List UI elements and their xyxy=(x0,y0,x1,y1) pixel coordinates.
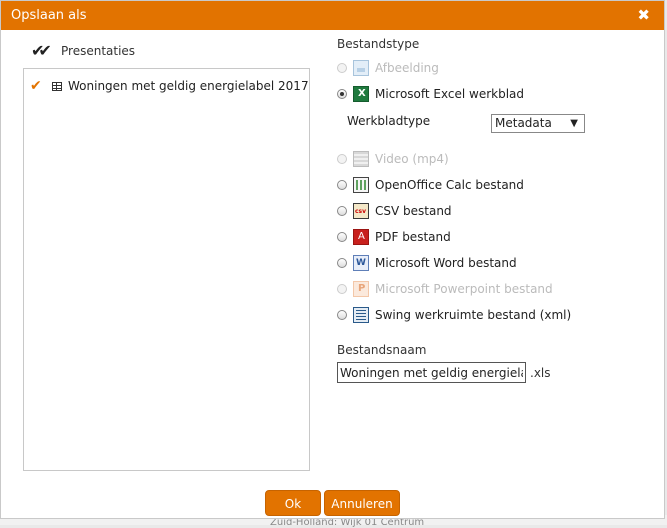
presentation-item[interactable]: ✔ Woningen met geldig energielabel 2017 xyxy=(24,69,309,103)
cancel-button[interactable]: Annuleren xyxy=(324,490,400,516)
xml-icon xyxy=(353,307,369,323)
radio-calc[interactable] xyxy=(337,180,347,190)
sheet-type-label: Werkbladtype xyxy=(347,114,431,128)
option-image[interactable]: Afbeelding xyxy=(337,59,439,77)
checkmark-icon: ✔ xyxy=(30,78,42,94)
radio-xml[interactable] xyxy=(337,310,347,320)
option-csv[interactable]: CSV bestand xyxy=(337,202,452,220)
presentation-item-label: Woningen met geldig energielabel 2017 xyxy=(68,79,309,93)
save-as-dialog: Opslaan als ✖ ✔✔ Presentaties ✔ Woningen… xyxy=(0,0,665,519)
radio-word[interactable] xyxy=(337,258,347,268)
radio-csv[interactable] xyxy=(337,206,347,216)
close-icon[interactable]: ✖ xyxy=(637,6,650,24)
option-video[interactable]: Video (mp4) xyxy=(337,150,449,168)
file-name-label: Bestandsnaam xyxy=(337,343,427,357)
powerpoint-icon xyxy=(353,281,369,297)
option-excel[interactable]: Microsoft Excel werkblad xyxy=(337,85,524,103)
presentations-label: Presentaties xyxy=(61,43,136,58)
pdf-icon xyxy=(353,229,369,245)
sheet-type-row: Werkbladtype xyxy=(347,114,430,128)
radio-image[interactable] xyxy=(337,63,347,73)
sheet-type-select[interactable]: Metadata ▼ xyxy=(491,114,585,133)
ok-button[interactable]: Ok xyxy=(265,490,321,516)
option-excel-label: Microsoft Excel werkblad xyxy=(375,87,525,101)
video-icon xyxy=(353,151,369,167)
word-icon xyxy=(353,255,369,271)
option-xml[interactable]: Swing werkruimte bestand (xml) xyxy=(337,306,571,324)
excel-icon xyxy=(353,86,369,102)
file-extension: .xls xyxy=(530,366,551,380)
radio-video[interactable] xyxy=(337,154,347,164)
option-calc[interactable]: OpenOffice Calc bestand xyxy=(337,176,524,194)
option-powerpoint-label: Microsoft Powerpoint bestand xyxy=(375,282,553,296)
option-calc-label: OpenOffice Calc bestand xyxy=(375,178,524,192)
calc-icon xyxy=(353,177,369,193)
option-video-label: Video (mp4) xyxy=(375,152,449,166)
image-icon xyxy=(353,60,369,76)
presentations-list[interactable]: ✔ Woningen met geldig energielabel 2017 xyxy=(23,68,310,471)
dialog-title: Opslaan als xyxy=(11,8,87,23)
option-pdf[interactable]: PDF bestand xyxy=(337,228,451,246)
radio-pdf[interactable] xyxy=(337,232,347,242)
double-check-icon: ✔✔ xyxy=(31,41,52,60)
csv-icon xyxy=(353,203,369,219)
table-icon xyxy=(52,81,62,91)
option-powerpoint[interactable]: Microsoft Powerpoint bestand xyxy=(337,280,553,298)
sheet-type-value: Metadata xyxy=(495,116,552,130)
option-pdf-label: PDF bestand xyxy=(375,230,451,244)
presentations-header: ✔✔ Presentaties xyxy=(31,41,135,60)
option-image-label: Afbeelding xyxy=(375,61,439,75)
file-type-label: Bestandstype xyxy=(337,37,420,51)
option-word-label: Microsoft Word bestand xyxy=(375,256,517,270)
file-name-input[interactable] xyxy=(337,362,526,383)
option-csv-label: CSV bestand xyxy=(375,204,452,218)
radio-powerpoint[interactable] xyxy=(337,284,347,294)
dropdown-arrow-icon: ▼ xyxy=(570,118,578,129)
option-word[interactable]: Microsoft Word bestand xyxy=(337,254,517,272)
option-xml-label: Swing werkruimte bestand (xml) xyxy=(375,308,572,322)
dialog-titlebar: Opslaan als ✖ xyxy=(1,1,664,30)
radio-excel[interactable] xyxy=(337,89,347,99)
